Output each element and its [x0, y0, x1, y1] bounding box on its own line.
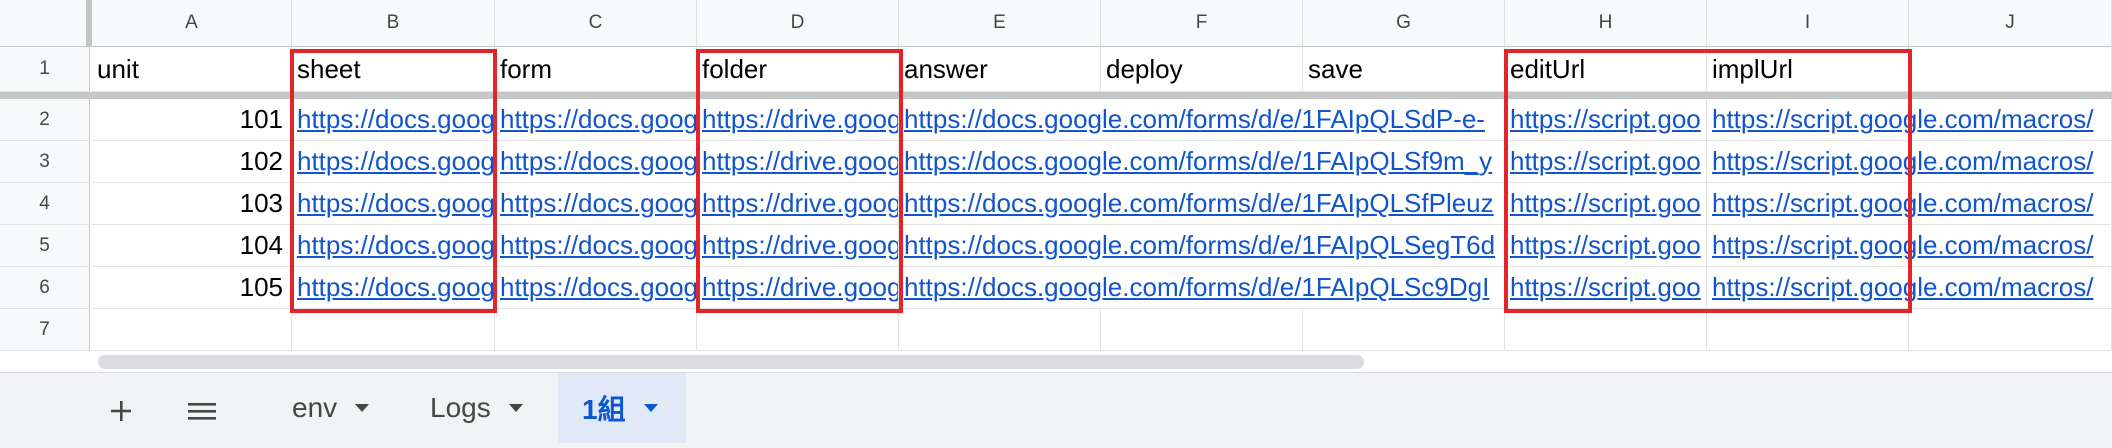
cell-i7[interactable]: [1707, 309, 1909, 351]
cell-c3[interactable]: https://docs.goog: [495, 141, 697, 183]
cell-b2[interactable]: https://docs.goog: [292, 99, 495, 141]
column-header-b[interactable]: B: [292, 0, 495, 47]
cell-d7[interactable]: [697, 309, 899, 351]
cell-b1[interactable]: sheet: [292, 47, 495, 92]
sheet-tab-bar: env Logs 1組: [0, 372, 2112, 448]
cell-a5[interactable]: 104: [92, 225, 292, 267]
plus-icon: [111, 401, 131, 421]
column-header-e[interactable]: E: [899, 0, 1101, 47]
all-sheets-button[interactable]: [176, 373, 228, 448]
row-header-6[interactable]: 6: [0, 267, 90, 309]
add-sheet-button[interactable]: [96, 373, 146, 448]
cell-c7[interactable]: [495, 309, 697, 351]
cell-e1[interactable]: answer: [899, 47, 1101, 92]
row-freeze-handle[interactable]: [0, 92, 2112, 99]
caret-down-icon[interactable]: [643, 404, 658, 412]
cell-i4[interactable]: https://script.google.com/macros/: [1707, 183, 2112, 225]
sheet-tab-label: env: [292, 392, 338, 423]
cell-e2[interactable]: https://docs.google.com/forms/d/e/1FAIpQ…: [899, 99, 1505, 141]
cell-h4[interactable]: https://script.goo: [1505, 183, 1707, 225]
cell-d1[interactable]: folder: [697, 47, 899, 92]
cell-j1[interactable]: [1909, 47, 2112, 92]
column-header-a[interactable]: A: [92, 0, 292, 47]
cell-b3[interactable]: https://docs.goog: [292, 141, 495, 183]
cell-h2[interactable]: https://script.goo: [1505, 99, 1707, 141]
cell-d6[interactable]: https://drive.goog: [697, 267, 899, 309]
caret-down-icon[interactable]: [355, 404, 370, 412]
column-header-f[interactable]: F: [1101, 0, 1303, 47]
cell-c2[interactable]: https://docs.goog: [495, 99, 697, 141]
cell-d2[interactable]: https://drive.goog: [697, 99, 899, 141]
cell-d5[interactable]: https://drive.goog: [697, 225, 899, 267]
sheet-tab-label: 1組: [582, 394, 626, 425]
cell-g1[interactable]: save: [1303, 47, 1505, 92]
sheet-tab-logs[interactable]: Logs: [406, 373, 547, 443]
cell-a1[interactable]: unit: [92, 47, 292, 92]
cell-f1[interactable]: deploy: [1101, 47, 1303, 92]
column-header-d[interactable]: D: [697, 0, 899, 47]
caret-down-icon[interactable]: [508, 404, 523, 412]
column-header-c[interactable]: C: [495, 0, 697, 47]
cell-c1[interactable]: form: [495, 47, 697, 92]
cell-a6[interactable]: 105: [92, 267, 292, 309]
cell-d3[interactable]: https://drive.goog: [697, 141, 899, 183]
column-header-j[interactable]: J: [1909, 0, 2112, 47]
column-header-g[interactable]: G: [1303, 0, 1505, 47]
row-header-3[interactable]: 3: [0, 141, 90, 183]
cell-i1[interactable]: implUrl: [1707, 47, 1909, 92]
cell-e6[interactable]: https://docs.google.com/forms/d/e/1FAIpQ…: [899, 267, 1505, 309]
cell-b7[interactable]: [292, 309, 495, 351]
column-header-i[interactable]: I: [1707, 0, 1909, 47]
spreadsheet-grid[interactable]: A B C D E F G H I J 1 2 3 4 5 6 7 unit s…: [0, 0, 2112, 372]
cell-e7[interactable]: [899, 309, 1101, 351]
row-header-1[interactable]: 1: [0, 47, 90, 92]
cell-a4[interactable]: 103: [92, 183, 292, 225]
cell-e5[interactable]: https://docs.google.com/forms/d/e/1FAIpQ…: [899, 225, 1505, 267]
cell-c6[interactable]: https://docs.goog: [495, 267, 697, 309]
cell-i5[interactable]: https://script.google.com/macros/: [1707, 225, 2112, 267]
cell-i2[interactable]: https://script.google.com/macros/: [1707, 99, 2112, 141]
cell-b6[interactable]: https://docs.goog: [292, 267, 495, 309]
cell-e4[interactable]: https://docs.google.com/forms/d/e/1FAIpQ…: [899, 183, 1505, 225]
cell-h7[interactable]: [1505, 309, 1707, 351]
sheet-tab-env[interactable]: env: [268, 373, 393, 443]
row-header-7[interactable]: 7: [0, 309, 90, 351]
cell-d4[interactable]: https://drive.goog: [697, 183, 899, 225]
cell-f7[interactable]: [1101, 309, 1303, 351]
cell-b5[interactable]: https://docs.goog: [292, 225, 495, 267]
cell-h6[interactable]: https://script.goo: [1505, 267, 1707, 309]
cell-a7[interactable]: [92, 309, 292, 351]
cell-a2[interactable]: 101: [92, 99, 292, 141]
cell-h1[interactable]: editUrl: [1505, 47, 1707, 92]
cell-c4[interactable]: https://docs.goog: [495, 183, 697, 225]
row-header-2[interactable]: 2: [0, 99, 90, 141]
column-header-h[interactable]: H: [1505, 0, 1707, 47]
row-header-4[interactable]: 4: [0, 183, 90, 225]
cell-i3[interactable]: https://script.google.com/macros/: [1707, 141, 2112, 183]
menu-icon: [188, 403, 216, 420]
sheet-tab-1gumi[interactable]: 1組: [558, 373, 686, 443]
row-header-5[interactable]: 5: [0, 225, 90, 267]
cell-a3[interactable]: 102: [92, 141, 292, 183]
cell-h5[interactable]: https://script.goo: [1505, 225, 1707, 267]
cell-e3[interactable]: https://docs.google.com/forms/d/e/1FAIpQ…: [899, 141, 1505, 183]
cell-g7[interactable]: [1303, 309, 1505, 351]
cell-b4[interactable]: https://docs.goog: [292, 183, 495, 225]
select-all-corner[interactable]: [0, 0, 90, 47]
cell-i6[interactable]: https://script.google.com/macros/: [1707, 267, 2112, 309]
cell-h3[interactable]: https://script.goo: [1505, 141, 1707, 183]
horizontal-scrollbar-thumb[interactable]: [98, 355, 1364, 369]
cell-c5[interactable]: https://docs.goog: [495, 225, 697, 267]
sheet-tab-label: Logs: [430, 392, 491, 423]
cell-j7[interactable]: [1909, 309, 2112, 351]
